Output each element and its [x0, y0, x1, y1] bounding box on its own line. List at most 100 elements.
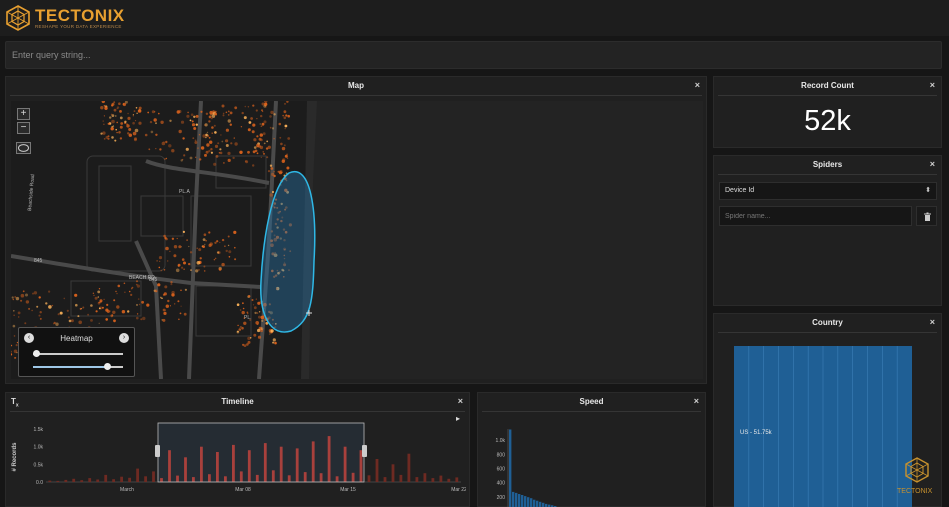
heat-point: [287, 137, 291, 140]
speed-bar: [530, 498, 533, 507]
country-panel: Country × US - 51.75k TECTONIX: [713, 313, 942, 507]
heat-point: [163, 311, 167, 315]
brand-name: TECTONIX: [35, 5, 125, 25]
heat-point: [263, 120, 267, 124]
heat-point: [31, 309, 33, 312]
heatmap-next-button[interactable]: ›: [119, 333, 129, 343]
heat-point: [221, 140, 224, 143]
timeline-chart[interactable]: # Records 1.5k 1.0k 0.5k 0.0 March Mar 08 Mar 1…: [6, 417, 466, 507]
heat-point: [107, 122, 110, 125]
heat-point: [190, 269, 192, 271]
heat-point: [246, 312, 249, 315]
timeline-bar: [56, 480, 60, 482]
heat-point: [33, 291, 38, 295]
heat-point: [225, 128, 229, 132]
heat-point: [253, 146, 257, 149]
zoom-out-button[interactable]: −: [17, 122, 30, 134]
heat-point: [262, 132, 266, 136]
timeline-bar: [112, 479, 115, 482]
timeline-brush[interactable]: [157, 422, 365, 483]
country-close-button[interactable]: ×: [930, 317, 935, 327]
heat-point: [216, 251, 220, 254]
heat-point: [87, 313, 89, 316]
heat-point: [236, 303, 240, 306]
heat-point: [158, 112, 160, 115]
heat-point: [153, 118, 157, 122]
heat-point: [214, 144, 219, 148]
heat-point: [161, 141, 166, 146]
timeline-bar: [415, 477, 419, 482]
timeline-bar: [423, 473, 427, 482]
heat-point: [266, 140, 269, 143]
slider-knob[interactable]: [103, 363, 111, 370]
heat-point: [261, 102, 265, 106]
heat-point: [107, 135, 110, 138]
heat-point: [204, 243, 206, 246]
spider-name-input[interactable]: [719, 206, 912, 226]
device-id-select[interactable]: Device Id ⬍: [719, 182, 937, 200]
delete-spider-button[interactable]: [916, 206, 937, 226]
watermark-name: TECTONIX: [897, 488, 933, 495]
heat-point: [211, 126, 214, 129]
heat-point: [211, 117, 213, 120]
heat-point: [203, 270, 206, 272]
map-close-button[interactable]: ×: [695, 80, 700, 90]
heat-point: [108, 310, 111, 312]
heat-point: [202, 245, 206, 249]
heat-point: [167, 260, 169, 262]
heat-point: [213, 259, 216, 261]
timeline-y-tick: 1.0k: [34, 445, 44, 451]
brand-logo[interactable]: TECTONIX RESHAPE YOUR DATA EXPERIENCE: [5, 5, 125, 31]
brand-tagline: RESHAPE YOUR DATA EXPERIENCE: [35, 23, 122, 29]
timeline-x-tick: Mar 22: [451, 487, 466, 493]
heat-point: [242, 307, 245, 310]
slider-knob[interactable]: [33, 350, 40, 357]
heat-point: [286, 166, 290, 170]
brush-handle-left[interactable]: [155, 445, 160, 457]
heat-point: [163, 269, 166, 271]
heat-point: [38, 314, 41, 317]
spiders-close-button[interactable]: ×: [930, 159, 935, 169]
heat-point: [234, 142, 238, 146]
lasso-tool-button[interactable]: [16, 142, 31, 154]
heat-point: [126, 123, 128, 125]
heat-point: [131, 286, 134, 289]
heat-point: [113, 319, 116, 323]
timeline-panel: Tx Timeline × ▸ # Records 1.5k 1.0k 0.5k 0.0…: [5, 392, 470, 507]
heat-point: [150, 130, 154, 134]
heat-point: [232, 156, 235, 160]
heat-point: [59, 311, 63, 315]
heat-point: [180, 305, 182, 307]
heat-point: [272, 341, 275, 344]
heat-point: [14, 357, 17, 359]
heat-point: [11, 296, 14, 299]
heat-point: [128, 133, 132, 137]
heat-point: [116, 305, 120, 309]
timeline-bar: [80, 480, 84, 482]
heat-point: [208, 120, 211, 123]
heat-point: [257, 335, 262, 339]
heat-point: [154, 289, 158, 293]
heatmap-slider-1[interactable]: [33, 350, 123, 357]
timeline-close-button[interactable]: ×: [458, 396, 463, 406]
heat-point: [183, 261, 186, 265]
heatmap-slider-2[interactable]: [33, 363, 123, 370]
heat-point: [260, 156, 262, 158]
record-count-close-button[interactable]: ×: [930, 80, 935, 90]
heat-point: [271, 127, 275, 130]
map-canvas[interactable]: Beachside Road 845 BEACH RD 845 PL.A PL.…: [11, 101, 703, 379]
heat-point: [191, 123, 196, 127]
heat-point: [114, 139, 117, 142]
heat-point: [257, 328, 261, 333]
heat-point: [25, 293, 28, 297]
heat-point: [269, 193, 273, 197]
heat-point: [48, 305, 52, 309]
brush-handle-right[interactable]: [362, 445, 367, 457]
heat-point: [165, 157, 168, 160]
query-input[interactable]: [6, 42, 941, 68]
heat-point: [121, 310, 126, 314]
heat-point: [252, 150, 256, 154]
speed-close-button[interactable]: ×: [694, 396, 699, 406]
heat-point: [200, 110, 203, 113]
zoom-in-button[interactable]: +: [17, 108, 30, 120]
